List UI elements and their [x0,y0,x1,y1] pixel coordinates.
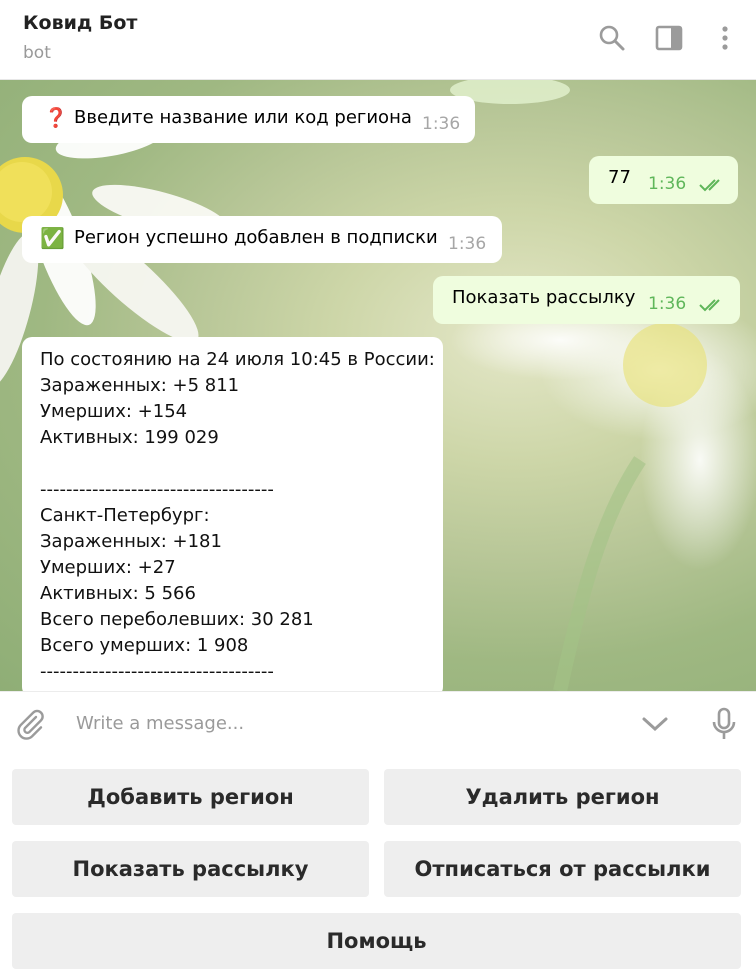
message-text: 77 [608,167,631,188]
message-text: Введите название или код региона [74,107,412,128]
chat-subtitle: bot [23,43,51,63]
bot-keyboard: Добавить регион Удалить регион Показать … [0,755,756,970]
chat-title[interactable]: Ковид Бот [23,12,137,34]
message-time: 1:36 [648,174,687,194]
attach-icon[interactable] [12,706,48,742]
message-composer: Write a message... [0,691,756,755]
chat-header: Ковид Бот bot [0,0,756,80]
message-text: Показать рассылку [452,287,636,308]
message-time: 1:36 [648,294,687,314]
remove-region-button[interactable]: Удалить регион [384,769,741,825]
help-button[interactable]: Помощь [12,913,741,969]
message-outgoing[interactable]: 77 1:36 [589,156,738,204]
message-list[interactable]: ❓ Введите название или код региона 1:36 … [0,80,756,691]
search-icon[interactable] [596,22,628,54]
message-time: 1:36 [422,114,461,134]
question-mark-icon: ❓ [44,107,68,129]
sidebar-toggle-icon[interactable] [653,22,685,54]
unsubscribe-button[interactable]: Отписаться от рассылки [384,841,741,897]
message-incoming[interactable]: ✅ Регион успешно добавлен в подписки 1:3… [22,216,502,263]
check-mark-icon: ✅ [40,226,65,250]
stats-message[interactable]: По состоянию на 24 июля 10:45 в России: … [22,337,443,691]
chevron-down-icon[interactable] [637,706,673,742]
read-check-icon [699,299,720,312]
show-newsletter-button[interactable]: Показать рассылку [12,841,369,897]
message-text: Регион успешно добавлен в подписки [74,227,438,248]
microphone-icon[interactable] [706,706,742,742]
message-outgoing[interactable]: Показать рассылку 1:36 [433,276,740,324]
message-time: 1:36 [448,234,487,254]
read-check-icon [699,179,720,192]
message-input[interactable]: Write a message... [76,713,244,734]
message-incoming[interactable]: ❓ Введите название или код региона 1:36 [22,96,475,143]
add-region-button[interactable]: Добавить регион [12,769,369,825]
more-vertical-icon[interactable] [709,22,741,54]
